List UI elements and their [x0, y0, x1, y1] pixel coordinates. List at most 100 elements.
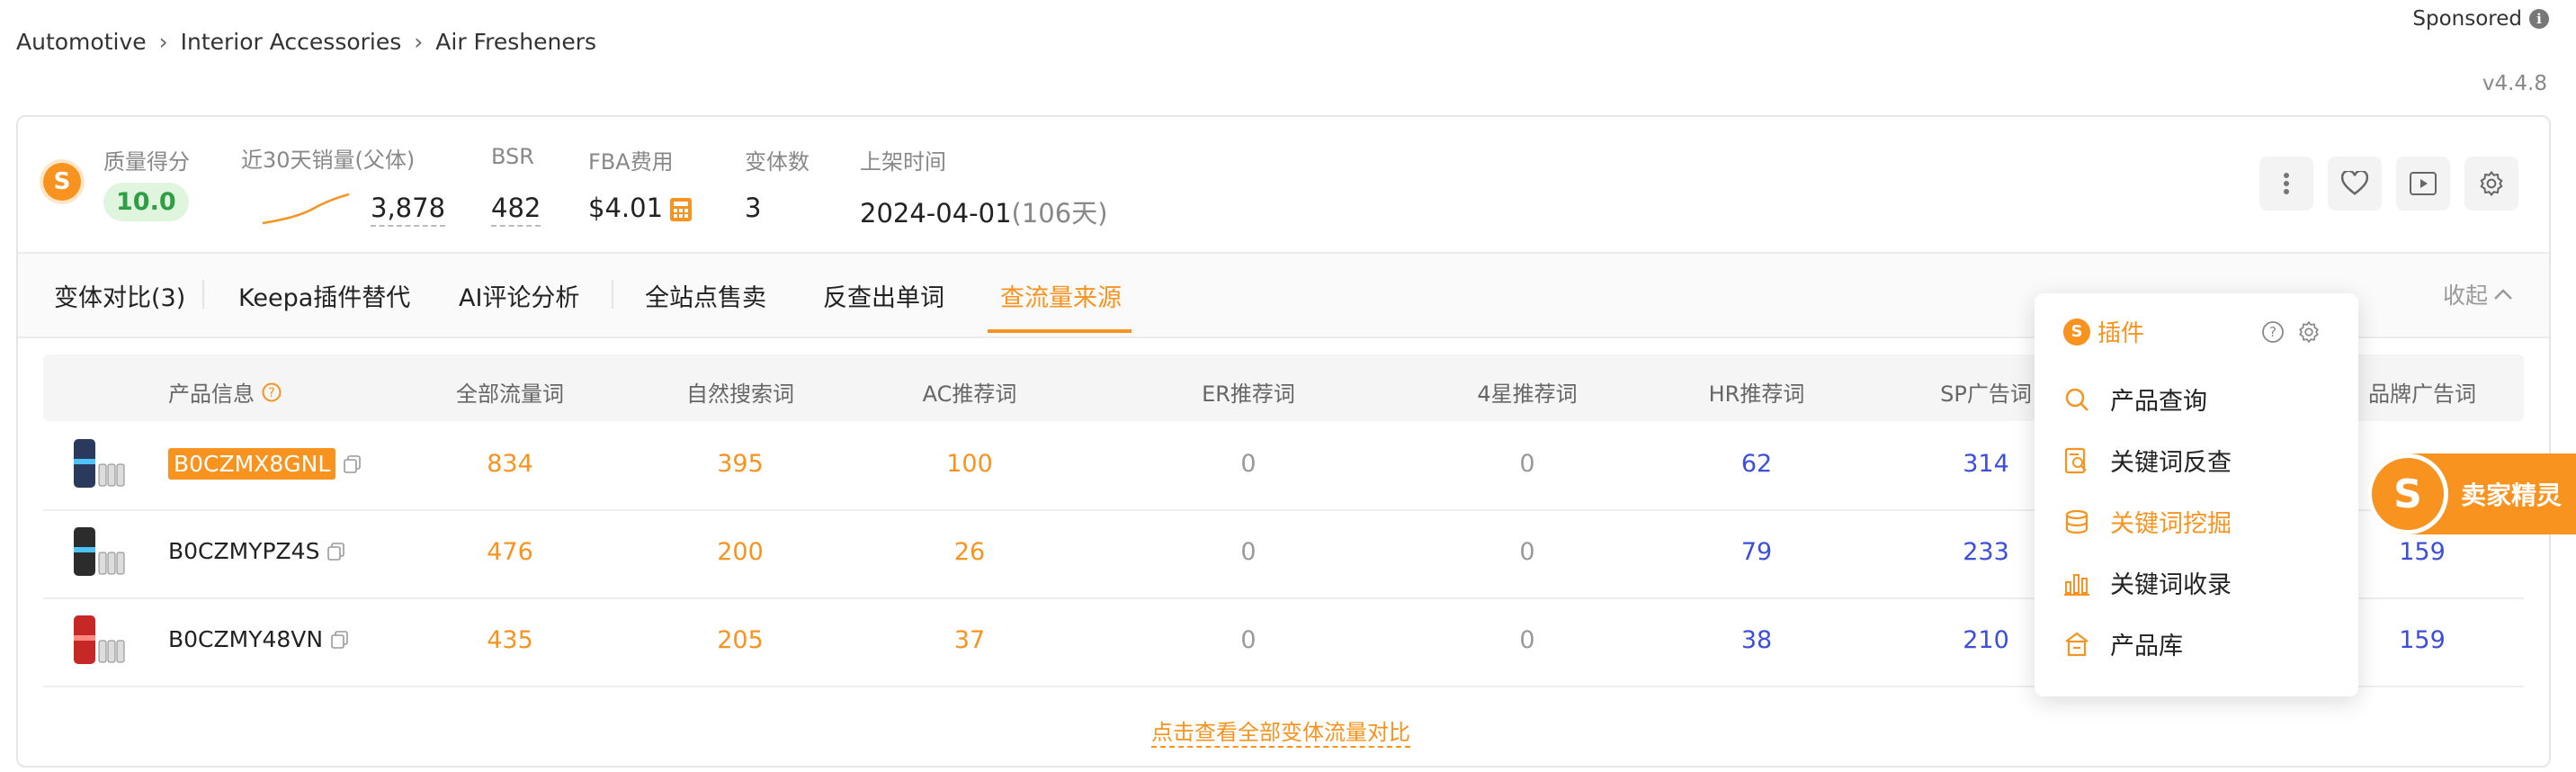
four-star-value: 0	[1519, 450, 1535, 478]
header-4star[interactable]: 4星推荐词	[1477, 376, 1577, 408]
settings-button[interactable]	[2464, 157, 2518, 211]
version-label: v4.4.8	[2482, 72, 2547, 95]
all-traffic-value[interactable]: 834	[487, 450, 533, 478]
breadcrumb-automotive[interactable]: Automotive	[16, 29, 147, 55]
asin-link[interactable]: B0CZMX8GNL	[168, 448, 336, 480]
tab-variant-compare[interactable]: 变体对比(3)	[54, 278, 185, 313]
header-sp[interactable]: SP广告词	[1940, 376, 2032, 408]
sp-value[interactable]: 210	[1963, 626, 2009, 654]
menu-product-search[interactable]: 产品查询	[2063, 382, 2207, 417]
bar-chart-icon	[2064, 573, 2089, 596]
asin-link[interactable]: B0CZMYPZ4S	[168, 538, 319, 564]
view-all-variants-link[interactable]: 点击查看全部变体流量对比	[1151, 714, 1410, 748]
brand-ads-value[interactable]: 159	[2399, 626, 2446, 654]
all-traffic-value[interactable]: 476	[487, 538, 533, 566]
product-thumbnail[interactable]	[72, 437, 126, 491]
tab-traffic-source[interactable]: 查流量来源	[1000, 278, 1122, 313]
document-search-icon	[2064, 447, 2087, 473]
fba-fee-label: FBA费用	[588, 149, 674, 175]
svg-text:?: ?	[2269, 324, 2276, 340]
product-thumbnail[interactable]	[72, 525, 126, 579]
organic-value[interactable]: 395	[717, 450, 764, 478]
sponsored-text: Sponsored	[2412, 7, 2522, 31]
header-hr[interactable]: HR推荐词	[1709, 376, 1805, 408]
sp-value[interactable]: 314	[1963, 450, 2009, 478]
organic-value[interactable]: 205	[717, 626, 764, 654]
menu-item-label: 产品库	[2110, 633, 2183, 660]
header-er[interactable]: ER推荐词	[1202, 376, 1295, 408]
listed-date-label: 上架时间	[860, 149, 946, 175]
seller-sprite-side-tab[interactable]: S 卖家精灵	[2367, 453, 2576, 534]
bsr-value[interactable]: 482	[491, 193, 541, 227]
header-brand-ads[interactable]: 品牌广告词	[2368, 376, 2476, 408]
heart-icon	[2341, 171, 2368, 195]
header-ac[interactable]: AC推荐词	[923, 376, 1017, 408]
menu-item-label: 产品查询	[2110, 388, 2207, 416]
sponsored-label[interactable]: Sponsored i	[2412, 7, 2549, 31]
hr-value[interactable]: 38	[1741, 626, 1772, 654]
quality-score-label: 质量得分	[103, 149, 190, 175]
gear-icon[interactable]	[2297, 320, 2321, 344]
hr-value[interactable]: 62	[1741, 450, 1772, 478]
chevron-up-icon	[2494, 289, 2512, 300]
help-icon[interactable]: ?	[262, 382, 282, 402]
menu-item-label: 关键词反查	[2110, 449, 2232, 477]
er-value: 0	[1240, 450, 1257, 478]
organic-value[interactable]: 200	[717, 538, 764, 566]
hr-value[interactable]: 79	[1741, 538, 1772, 566]
help-icon[interactable]: ?	[2261, 320, 2285, 344]
sales-label: 近30天销量(父体)	[241, 148, 416, 173]
collapse-button[interactable]: 收起	[2443, 278, 2513, 310]
video-play-icon	[2410, 172, 2437, 195]
more-options-button[interactable]	[2259, 157, 2313, 211]
tab-all-sites[interactable]: 全站点售卖	[645, 278, 766, 313]
ac-value[interactable]: 37	[954, 626, 985, 654]
breadcrumb-air-fresheners[interactable]: Air Fresheners	[435, 29, 596, 55]
favorite-button[interactable]	[2328, 157, 2382, 211]
plugin-popup-menu: S 插件 ? 产品查询 关键词反查 关键词挖掘 关键词收录 产品库	[2035, 293, 2358, 696]
svg-text:?: ?	[268, 386, 274, 400]
sp-value[interactable]: 233	[1963, 538, 2009, 566]
breadcrumb-separator: ›	[414, 29, 424, 55]
tab-keepa[interactable]: Keepa插件替代	[238, 278, 410, 313]
er-value: 0	[1240, 538, 1257, 566]
header-product-info-label: 产品信息	[168, 382, 255, 407]
header-all-traffic[interactable]: 全部流量词	[456, 376, 564, 408]
tab-ai-review[interactable]: AI评论分析	[459, 278, 579, 313]
four-star-value: 0	[1519, 626, 1535, 654]
menu-keyword-mining[interactable]: 关键词挖掘	[2063, 504, 2232, 539]
menu-keyword-reverse[interactable]: 关键词反查	[2063, 443, 2232, 478]
menu-product-library[interactable]: 产品库	[2063, 626, 2183, 661]
info-icon[interactable]: i	[2529, 9, 2549, 29]
tab-divider	[202, 280, 204, 309]
ac-value[interactable]: 26	[954, 538, 985, 566]
breadcrumb-interior-accessories[interactable]: Interior Accessories	[181, 29, 402, 55]
quality-score-badge: 10.0	[103, 183, 189, 221]
tab-reverse-keywords[interactable]: 反查出单词	[823, 278, 944, 313]
sales-value[interactable]: 3,878	[371, 193, 446, 227]
side-tab-label: 卖家精灵	[2461, 480, 2563, 510]
popup-title: S 插件	[2063, 315, 2144, 348]
all-traffic-value[interactable]: 435	[487, 626, 533, 654]
calculator-icon[interactable]	[669, 197, 693, 222]
asin-cell: B0CZMY48VN	[168, 626, 350, 652]
search-icon	[2065, 388, 2089, 411]
video-button[interactable]	[2396, 157, 2450, 211]
seller-sprite-logo-icon: S	[2367, 453, 2448, 534]
four-star-value: 0	[1519, 538, 1535, 566]
asin-cell: B0CZMX8GNL	[168, 448, 362, 480]
copy-icon[interactable]	[343, 454, 362, 474]
popup-title-label: 插件	[2097, 320, 2145, 347]
listed-date-value: 2024-04-01(106天)	[860, 193, 1108, 230]
header-product-info: 产品信息 ?	[168, 376, 282, 408]
variants-label: 变体数	[745, 149, 809, 175]
brand-ads-value[interactable]: 159	[2399, 538, 2446, 566]
er-value: 0	[1240, 626, 1257, 654]
copy-icon[interactable]	[330, 630, 350, 650]
asin-link[interactable]: B0CZMY48VN	[168, 626, 323, 652]
ac-value[interactable]: 100	[946, 450, 993, 478]
header-organic[interactable]: 自然搜索词	[686, 376, 794, 408]
copy-icon[interactable]	[326, 542, 346, 561]
product-thumbnail[interactable]	[72, 614, 126, 668]
menu-keyword-index[interactable]: 关键词收录	[2063, 565, 2232, 600]
